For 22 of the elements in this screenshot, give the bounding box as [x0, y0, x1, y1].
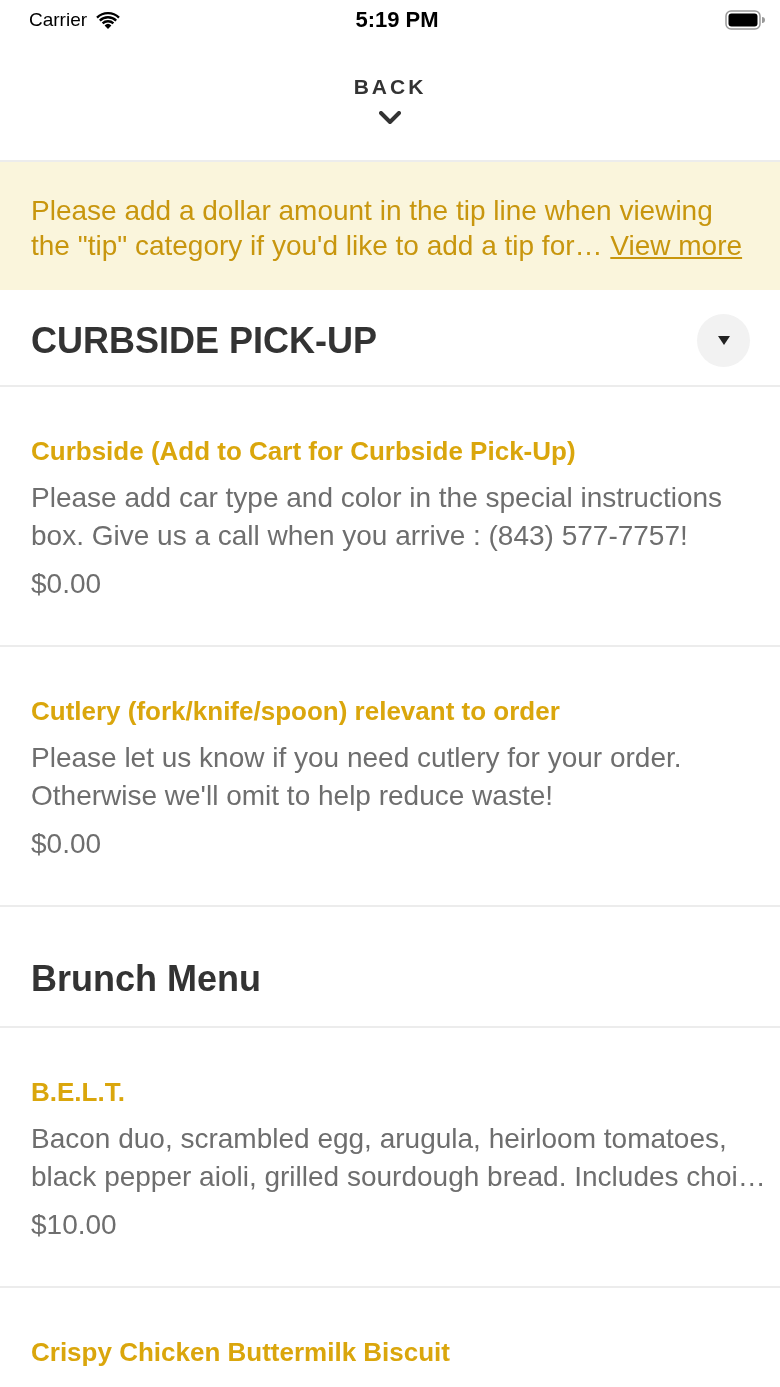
item-name[interactable]: Cutlery (fork/knife/spoon) relevant to order [31, 694, 766, 728]
item-price: $0.00 [31, 827, 103, 861]
item-description: Please add car type and color in the special instructions box. Give us a call when you arrive : (843) 577-7757! [31, 481, 724, 553]
item-description: Bacon duo, scrambled egg, arugula, heirloom tomatoes, black pepper aioli, grilled sourdough bread. Includes choi… [31, 1122, 766, 1194]
notice-text: Please add a dollar amount in the tip line when viewing the "tip" category if you'd like to add a tip for… View more [31, 194, 744, 263]
dropdown-toggle-button[interactable] [697, 314, 750, 367]
item-name[interactable]: B.E.L.T. [31, 1075, 766, 1109]
item-name[interactable]: Crispy Chicken Buttermilk Biscuit [31, 1335, 766, 1369]
section-title: Brunch Menu [31, 957, 261, 1001]
back-button[interactable]: BACK [353, 74, 427, 100]
item-description: Please let us know if you need cutlery for your order. Otherwise we'll omit to help reduce waste! [31, 741, 683, 813]
item-price: $10.00 [31, 1208, 118, 1242]
carrier-label: Carrier [29, 9, 88, 31]
battery-icon [725, 10, 765, 30]
item-name[interactable]: Curbside (Add to Cart for Curbside Pick-Up) [31, 434, 766, 468]
clock-time: 5:19 PM [355, 7, 439, 33]
view-more-link[interactable]: View more [610, 230, 743, 261]
section-title: CURBSIDE PICK-UP [31, 318, 378, 363]
caret-down-icon [717, 336, 730, 345]
item-price: $0.00 [31, 567, 103, 601]
chevron-down-icon [379, 111, 401, 125]
wifi-icon [96, 11, 121, 29]
